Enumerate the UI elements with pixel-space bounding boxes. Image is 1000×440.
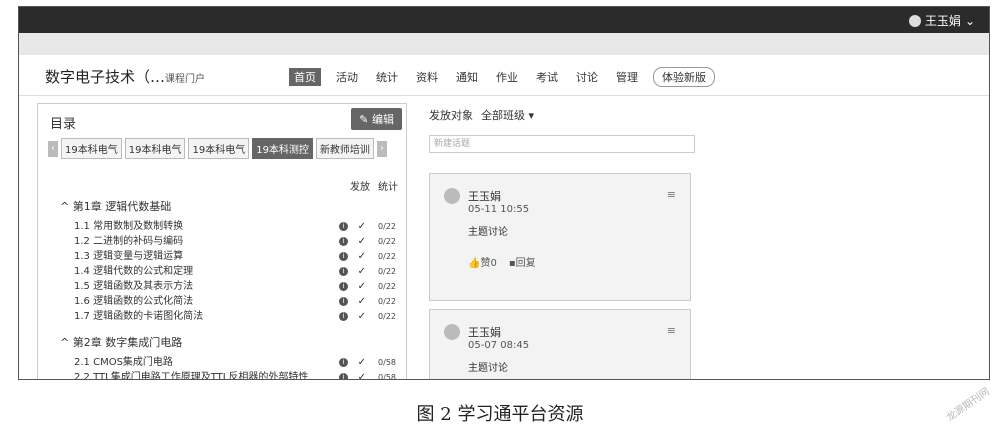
chapter-2[interactable]: ^ 第2章 数字集成门电路: [60, 334, 182, 350]
post-time: 05-07 08:45: [468, 340, 530, 351]
check-icon: ✓: [357, 372, 366, 380]
course-title: 数字电子技术（…课程门户: [45, 68, 206, 86]
tab-class-5[interactable]: 新教师培训: [315, 138, 374, 159]
section-row[interactable]: 1.4 逻辑代数的公式和定理 i ✓ 0/22: [74, 265, 400, 279]
post-type: 主题讨论: [468, 227, 508, 238]
section-row[interactable]: 1.6 逻辑函数的公式化简法 i ✓ 0/22: [74, 295, 400, 309]
discussion-card[interactable]: 王玉娟 05-07 08:45 主题讨论 ≡ 👍赞0 ▪回复: [429, 309, 691, 379]
section-row[interactable]: 2.1 CMOS集成门电路 i ✓ 0/58: [74, 356, 400, 370]
info-icon[interactable]: i: [339, 312, 348, 321]
user-name: 王玉娟: [924, 14, 961, 28]
section-row[interactable]: 2.2 TTL集成门电路工作原理及TTL反相器的外部特性 i ✓ 0/58: [74, 371, 400, 380]
post-author: 王玉娟: [468, 326, 501, 339]
nav-homework[interactable]: 作业: [493, 68, 521, 86]
section-row[interactable]: 1.2 二进制的补码与编码 i ✓ 0/22: [74, 235, 400, 249]
nav-stats[interactable]: 统计: [373, 68, 401, 86]
top-bar: 王玉娟 ⌄: [19, 7, 989, 33]
check-icon: ✓: [357, 221, 366, 232]
avatar: [444, 324, 460, 340]
edit-button[interactable]: ✎ 编辑: [351, 108, 402, 130]
info-icon[interactable]: i: [339, 358, 348, 367]
tab-class-4[interactable]: 19本科测控: [252, 138, 313, 159]
nav-manage[interactable]: 管理: [613, 68, 641, 86]
info-icon[interactable]: i: [339, 267, 348, 276]
nav-activity[interactable]: 活动: [333, 68, 361, 86]
avatar: [908, 14, 921, 27]
tab-prev-icon[interactable]: ‹: [48, 140, 58, 157]
section-row[interactable]: 1.3 逻辑变量与逻辑运算 i ✓ 0/22: [74, 250, 400, 264]
class-tabs: ‹ 19本科电气 19本科电气 19本科电气 19本科测控 新教师培训 ›: [48, 138, 387, 159]
column-header: 发放 统计: [350, 182, 398, 193]
info-icon[interactable]: i: [339, 373, 348, 379]
nav-discussion[interactable]: 讨论: [573, 68, 601, 86]
discussion-card[interactable]: 王玉娟 05-11 10:55 主题讨论 ≡ 👍赞0 ▪回复: [429, 173, 691, 301]
check-icon: ✓: [357, 251, 366, 262]
info-icon[interactable]: i: [339, 252, 348, 261]
app-window: 王玉娟 ⌄ 数字电子技术（…课程门户 首页 活动 统计 资料 通知 作业 考试 …: [18, 6, 990, 380]
catalog-title: 目录: [50, 117, 77, 132]
tab-class-3[interactable]: 19本科电气: [188, 138, 250, 159]
section-row[interactable]: 1.7 逻辑函数的卡诺图化简法 i ✓ 0/22: [74, 310, 400, 324]
tab-class-1[interactable]: 19本科电气: [61, 138, 122, 159]
reply-button[interactable]: ▪回复: [509, 254, 536, 269]
course-header: 数字电子技术（…课程门户 首页 活动 统计 资料 通知 作业 考试 讨论 管理 …: [19, 55, 989, 96]
class-select[interactable]: 全部班级 ▾: [481, 109, 534, 122]
figure-caption: 图 2 学习通平台资源: [416, 404, 584, 425]
section-row[interactable]: 1.5 逻辑函数及其表示方法 i ✓ 0/22: [74, 280, 400, 294]
nav-home[interactable]: 首页: [289, 68, 321, 86]
new-topic-input[interactable]: 新建话题: [429, 135, 695, 153]
post-author: 王玉娟: [468, 190, 501, 203]
avatar: [444, 188, 460, 204]
chevron-down-icon: ⌄: [964, 13, 975, 28]
user-menu[interactable]: 王玉娟 ⌄: [908, 12, 975, 29]
check-icon: ✓: [357, 296, 366, 307]
chapter-1[interactable]: ^ 第1章 逻辑代数基础: [60, 198, 171, 214]
info-icon[interactable]: i: [339, 222, 348, 231]
section-row[interactable]: 1.1 常用数制及数制转换 i ✓ 0/22: [74, 220, 400, 234]
check-icon: ✓: [357, 357, 366, 368]
nav-materials[interactable]: 资料: [413, 68, 441, 86]
new-ui-button[interactable]: 体验新版: [653, 67, 715, 87]
check-icon: ✓: [357, 266, 366, 277]
course-nav: 首页 活动 统计 资料 通知 作业 考试 讨论 管理 体验新版: [289, 67, 715, 87]
info-icon[interactable]: i: [339, 237, 348, 246]
check-icon: ✓: [357, 281, 366, 292]
check-icon: ✓: [357, 236, 366, 247]
menu-icon[interactable]: ≡: [667, 188, 676, 201]
release-target: 发放对象 全部班级 ▾: [429, 109, 535, 122]
like-button[interactable]: 👍赞0: [468, 254, 497, 269]
tab-next-icon[interactable]: ›: [376, 140, 387, 157]
post-time: 05-11 10:55: [468, 204, 530, 215]
nav-notices[interactable]: 通知: [453, 68, 481, 86]
catalog-panel: 目录 ✎ 编辑 ‹ 19本科电气 19本科电气 19本科电气 19本科测控 新教…: [37, 103, 407, 380]
info-icon[interactable]: i: [339, 282, 348, 291]
nav-exam[interactable]: 考试: [533, 68, 561, 86]
check-icon: ✓: [357, 311, 366, 322]
tab-class-2[interactable]: 19本科电气: [124, 138, 186, 159]
discussion-panel: 发放对象 全部班级 ▾ 新建话题 王玉娟 05-11 10:55 主题讨论 ≡ 👍…: [429, 103, 709, 379]
menu-icon[interactable]: ≡: [667, 324, 676, 337]
post-type: 主题讨论: [468, 363, 508, 374]
info-icon[interactable]: i: [339, 297, 348, 306]
sub-strip: [19, 33, 989, 55]
